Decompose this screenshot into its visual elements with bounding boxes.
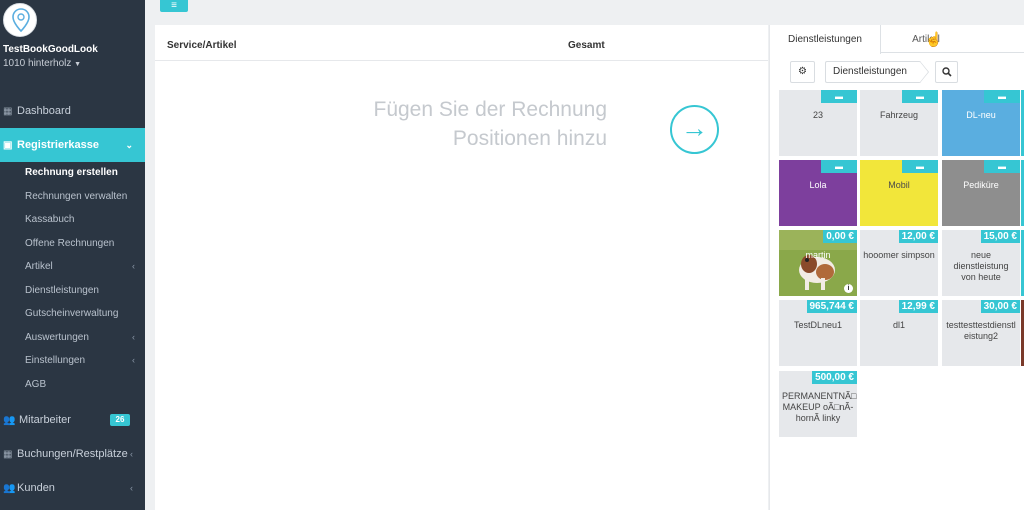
sidebar: TestBookGoodLook 1010 hinterholz ▼ ▦ Das… (0, 0, 145, 510)
users-icon: 👥 (3, 482, 16, 494)
invoice-table-header: Service/Artikel Gesamt (155, 25, 768, 61)
folder-icon: ▬ (984, 90, 1020, 103)
location-selector[interactable]: 1010 hinterholz ▼ (3, 58, 81, 69)
price-badge: 12,99 € (898, 300, 938, 313)
breadcrumb-dienstleistungen[interactable]: Dienstleistungen (825, 61, 921, 83)
folder-icon: ▬ (902, 160, 938, 173)
nav-label: Dashboard (17, 105, 71, 117)
chevron-left-icon: ‹ (132, 332, 135, 342)
catalog-toolbar: ⚙ Dienstleistungen (770, 54, 1024, 84)
nav-label: Registrierkasse (17, 139, 99, 151)
caret-down-icon: ▼ (74, 61, 82, 68)
hamburger-icon: ≡ (171, 0, 177, 11)
search-icon[interactable] (935, 61, 958, 83)
location-label: 1010 hinterholz (3, 58, 72, 69)
hand-cursor-icon: ☝ (925, 31, 943, 47)
nav-registrierkasse[interactable]: ▣ Registrierkasse ⌄ (0, 128, 145, 162)
service-tile-testtesttestdienstleistung2[interactable]: 30,00 € testtesttestdienstleistung2 (942, 300, 1020, 366)
info-icon[interactable]: i (844, 284, 853, 293)
service-tile-permanent-makeup[interactable]: 500,00 € PERMANENTNÃ□ MAKEUP oÃ□nÃ-hornÃ… (779, 371, 857, 437)
nav-dashboard[interactable]: ▦ Dashboard (0, 94, 145, 128)
nav-label: Kunden (17, 482, 55, 494)
category-tile-23[interactable]: ▬ 23 (779, 90, 857, 156)
category-tile-mobil[interactable]: ▬ Mobil (860, 160, 938, 226)
tile-label: Pediküre (963, 180, 999, 190)
empty-message-line2: Positionen hinzu (452, 127, 607, 150)
price-badge: 0,00 € (823, 230, 857, 243)
tile-label: Mobil (888, 180, 910, 190)
nav-label: Buchungen/Restplätze (17, 448, 128, 460)
tile-label: martin (805, 250, 831, 260)
submenu-einstellungen[interactable]: Einstellungen (25, 355, 85, 366)
tile-label: dl1 (892, 320, 905, 330)
chevron-down-icon: ⌄ (125, 139, 133, 150)
breadcrumb-arrow-inner (920, 62, 928, 82)
empty-invoice-message: Fügen Sie der Rechnung Positionen hinzu (305, 95, 608, 153)
service-tile-neue-dienstleistung[interactable]: 15,00 € neue dienstleistung von heute (942, 230, 1020, 296)
category-tile-fahrzeug[interactable]: ▬ Fahrzeug (860, 90, 938, 156)
category-tile-pedikuere[interactable]: ▬ Pediküre (942, 160, 1020, 226)
submenu-agb[interactable]: AGB (25, 379, 46, 390)
submenu-artikel[interactable]: Artikel (25, 261, 53, 272)
service-tile-martin[interactable]: 0,00 € martin i (779, 230, 857, 296)
column-header-service: Service/Artikel (167, 40, 237, 51)
service-tile-dl1[interactable]: 12,99 € dl1 (860, 300, 938, 366)
category-tile-dl-neu[interactable]: ▬ DL-neu (942, 90, 1020, 156)
cash-register-icon: ▣ (3, 139, 13, 151)
submenu-rechnung-erstellen[interactable]: Rechnung erstellen (25, 167, 118, 178)
brand-name: TestBookGoodLook (3, 44, 98, 55)
submenu-offene-rechnungen[interactable]: Offene Rechnungen (25, 238, 114, 249)
sidebar-toggle-button[interactable]: ≡ (160, 0, 188, 12)
catalog-tabs: Dienstleistungen Artikel (770, 25, 1024, 54)
folder-icon: ▬ (821, 160, 857, 173)
folder-icon: ▬ (984, 160, 1020, 173)
column-header-total: Gesamt (568, 40, 605, 51)
tile-label: PERMANENTNÃ□ MAKEUP oÃ□nÃ-hornÃ linky (782, 391, 857, 423)
price-badge: 12,00 € (898, 230, 938, 243)
price-badge: 15,00 € (980, 230, 1020, 243)
chevron-left-icon: ‹ (132, 355, 135, 365)
service-tile-hooomer-simpson[interactable]: 12,00 € hooomer simpson (860, 230, 938, 296)
chevron-left-icon: ‹ (130, 449, 133, 459)
submenu-dienstleistungen[interactable]: Dienstleistungen (25, 285, 99, 296)
chevron-left-icon: ‹ (132, 261, 135, 271)
nav-kunden[interactable]: 👥 Kunden ‹ (0, 471, 145, 505)
service-tile-testdlneu1[interactable]: 965,744 € TestDLneu1 (779, 300, 857, 366)
tile-label: hooomer simpson (863, 250, 935, 260)
empty-message-line1: Fügen Sie der Rechnung (373, 98, 608, 121)
tab-dienstleistungen[interactable]: Dienstleistungen (770, 25, 881, 54)
arrow-right-icon[interactable]: → (670, 105, 719, 154)
submenu-kassabuch[interactable]: Kassabuch (25, 214, 74, 225)
tile-label: Lola (809, 180, 827, 190)
dashboard-icon: ▦ (3, 105, 13, 117)
tile-label: DL-neu (966, 110, 996, 120)
nav-label: Mitarbeiter (19, 414, 71, 426)
gears-icon[interactable]: ⚙ (790, 61, 815, 83)
submenu-rechnungen-verwalten[interactable]: Rechnungen verwalten (25, 191, 127, 202)
tile-label: neue dienstleistung von heute (953, 250, 1009, 282)
tile-label: TestDLneu1 (793, 320, 843, 330)
price-badge: 500,00 € (812, 371, 857, 384)
tile-label: 23 (812, 110, 823, 120)
chevron-left-icon: ‹ (130, 483, 133, 493)
folder-icon: ▬ (902, 90, 938, 103)
mitarbeiter-count-badge: 26 (110, 414, 130, 426)
submenu-auswertungen[interactable]: Auswertungen (25, 332, 89, 343)
nav-buchungen[interactable]: ▦ Buchungen/Restplätze ‹ (0, 437, 145, 471)
brand-logo[interactable] (3, 3, 37, 37)
price-badge: 30,00 € (980, 300, 1020, 313)
submenu-gutscheinverwaltung[interactable]: Gutscheinverwaltung (25, 308, 118, 319)
tile-label: testtesttestdienstleistung2 (946, 320, 1016, 341)
price-badge: 965,744 € (806, 300, 857, 313)
category-tile-lola[interactable]: ▬ Lola (779, 160, 857, 226)
calendar-icon: ▦ (3, 448, 13, 460)
invoice-panel: Service/Artikel Gesamt Fügen Sie der Rec… (155, 25, 768, 510)
tile-label: Fahrzeug (879, 110, 919, 120)
users-icon: 👥 (3, 414, 16, 426)
folder-icon: ▬ (821, 90, 857, 103)
